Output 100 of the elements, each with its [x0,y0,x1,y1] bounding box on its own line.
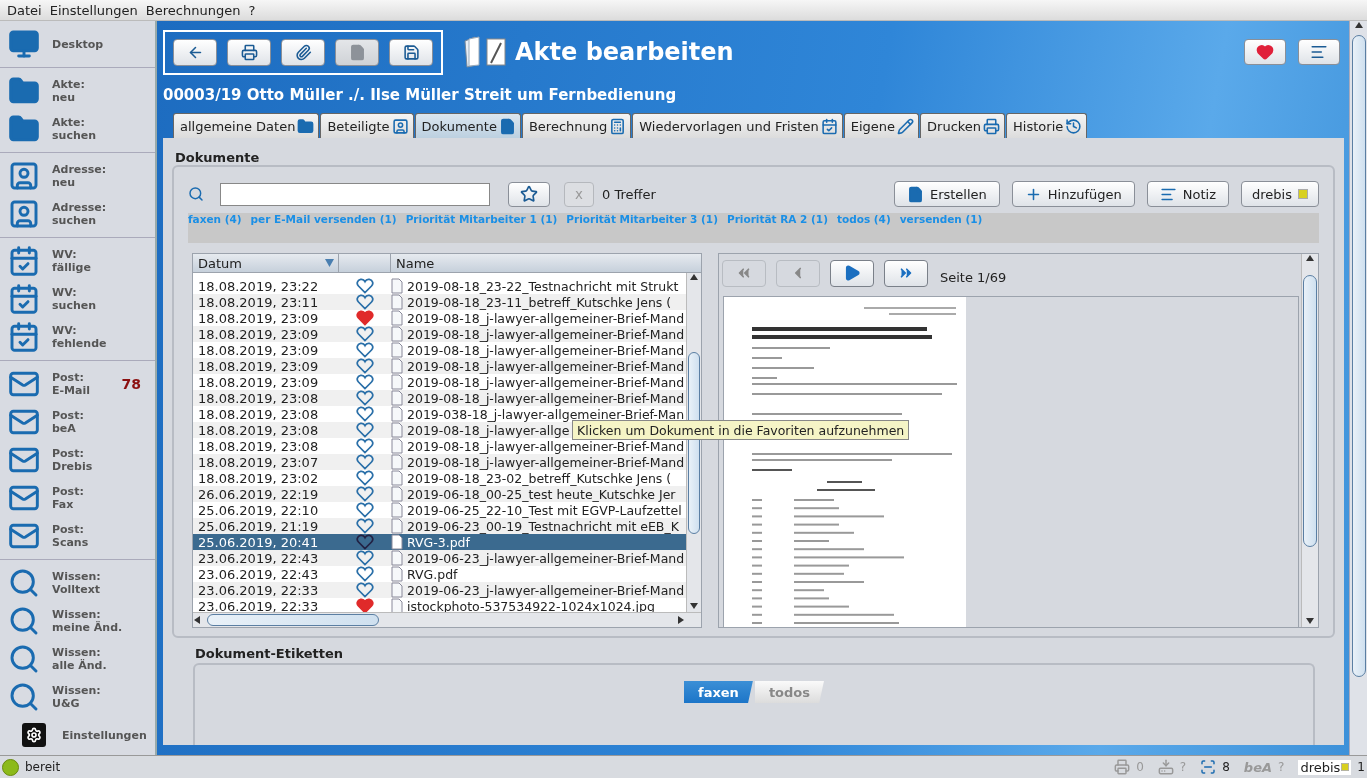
file-name-cell: 2019-06-23_j-lawyer-allgemeiner-Brief-Mand [407,550,685,566]
date-cell-text: 18.08.2019, 23:09 [197,342,320,358]
file-name-cell: 2019-06-23_00-19_Testnachricht mit eEB_K [407,518,679,534]
date-cell-text: 25.06.2019, 21:19 [197,518,320,534]
status-value: 0 [1136,760,1144,774]
sidebar-item[interactable]: Post: beA [0,403,155,441]
sidebar-label: Akte: neu [52,78,86,104]
case-title: 00003/19 Otto Müller ./. Ilse Müller Streit um Fernbedienung [163,86,678,104]
sidebar-item[interactable]: Adresse: neu [0,157,155,195]
file-name-cell: 2019-06-25_22-10_Test mit EGVP-Laufzettel [407,502,682,518]
document-tag[interactable]: faxen [684,681,753,703]
table-row[interactable]: 18.08.2019, 23:07 2019-08-18_j-lawyer-allgemeiner-Brief-Mand [193,454,686,470]
tab[interactable]: Beteiligte [320,113,414,138]
table-row[interactable]: 26.06.2019, 22:19 2019-06-18_00-25_test heute_Kutschke Jer [193,486,686,502]
sidebar-label: Post: E-Mail [52,371,91,397]
column-header[interactable]: Datum [193,254,339,272]
sidebar-label: Wissen: alle Änd. [52,646,108,672]
sidebar-item[interactable]: Wissen: U&G [0,678,155,716]
sidebar-item[interactable]: Post: Fax [0,479,155,517]
file-name-cell: 2019-08-18_j-lawyer-allgemeiner-Brief-Mand [407,454,685,470]
tab[interactable]: Eigene [843,113,920,138]
sidebar-label: WV: fällige [52,248,92,274]
tab[interactable]: Wiedervorlagen und Fristen [632,113,843,138]
drebis-label: drebis [1298,759,1352,775]
tab[interactable]: Historie [1006,113,1088,138]
sidebar-label: Post: beA [52,409,85,435]
file-name-cell: 2019-08-18_j-lawyer-allgemeiner-Brief-Mand [407,326,685,342]
date-cell-text: 18.08.2019, 23:08 [197,422,320,438]
date-cell-text: 25.06.2019, 20:41 [197,534,320,550]
file-name-cell: 2019-08-18_j-lawyer-allgemeiner-Brief-Mand [407,358,685,374]
file-name-cell: 2019-08-18_23-11_betreff_Kutschke Jens ( [407,294,672,310]
table-row[interactable]: 25.06.2019, 21:19 2019-06-23_00-19_Testnachricht mit eEB_K [193,518,686,534]
table-row[interactable]: 18.08.2019, 23:08 2019-08-18_j-lawyer-allgemeiner-Brief-Mand [193,390,686,406]
file-name-cell: 2019-06-18_00-25_test heute_Kutschke Jer [407,486,676,502]
menu-item[interactable]: Einstellungen [46,2,141,18]
sidebar-label: WV: fehlende [52,324,108,350]
sidebar-item[interactable]: Desktop [0,25,155,63]
sidebar-item[interactable]: Post: Drebis [0,441,155,479]
sidebar-label: Adresse: suchen [52,201,108,227]
menu-item[interactable]: Berechnungen [142,2,244,18]
sidebar-item[interactable]: WV: fehlende [0,318,155,356]
tab[interactable]: Drucken [920,113,1006,138]
sidebar-item[interactable]: WV: suchen [0,280,155,318]
column-header[interactable]: Name [391,254,701,272]
date-cell-text: 18.08.2019, 23:08 [197,438,320,454]
table-row[interactable]: 18.08.2019, 23:09 2019-08-18_j-lawyer-allgemeiner-Brief-Mand [193,326,686,342]
sidebar-item[interactable]: Einstellungen [0,716,155,754]
section-title: Dokument-Etiketten [195,646,344,661]
file-name-cell: RVG-3.pdf [407,534,470,550]
table-row[interactable]: 18.08.2019, 23:11 2019-08-18_23-11_betreff_Kutschke Jens ( [193,294,686,310]
menu-item[interactable]: Datei [4,2,45,18]
date-cell-text: 23.06.2019, 22:33 [197,598,320,612]
tab[interactable]: Dokumente [414,113,521,138]
date-cell-text: 23.06.2019, 22:33 [197,582,320,598]
sidebar-label: Post: Fax [52,485,85,511]
date-cell-text: 18.08.2019, 23:08 [197,406,320,422]
date-cell-text: 18.08.2019, 23:09 [197,326,320,342]
menu-item[interactable]: ? [245,2,259,18]
sidebar-item[interactable]: WV: fällige [0,242,155,280]
action-button[interactable]: Erstellen [893,181,1000,207]
file-name-cell: 2019-06-23_j-lawyer-allgemeiner-Brief-Mand [407,582,685,598]
sidebar-label: Wissen: Volltext [52,570,102,596]
sidebar-item[interactable]: Post: Scans [0,517,155,555]
file-name-cell: 2019-08-18_j-lawyer-allge [407,422,570,438]
table-row[interactable]: 23.06.2019, 22:43 2019-06-23_j-lawyer-allgemeiner-Brief-Mand [193,550,686,566]
file-name-cell: 2019-08-18_j-lawyer-allgemeiner-Brief-Mand [407,390,685,406]
table-row[interactable]: 25.06.2019, 20:41 RVG-3.pdf [193,534,686,550]
sidebar-item[interactable]: Akte: suchen [0,110,155,148]
sidebar-label: Post: Scans [52,523,90,549]
date-cell-text: 26.06.2019, 22:19 [197,486,320,502]
file-name-cell: RVG.pdf [407,566,458,582]
sidebar-label: Adresse: neu [52,163,108,189]
date-cell-text: 18.08.2019, 23:22 [197,278,320,294]
status-value: 8 [1222,760,1230,774]
sidebar-item[interactable]: Adresse: suchen [0,195,155,233]
date-cell-text: 18.08.2019, 23:09 [197,374,320,390]
page-indicator: Seite 1/69 [940,269,1007,285]
tab[interactable]: allgemeine Daten [173,113,320,138]
sidebar-item[interactable]: Wissen: meine Änd. [0,602,155,640]
file-name-cell: 2019-08-18_j-lawyer-allgemeiner-Brief-Mand [407,342,685,358]
table-row[interactable]: 18.08.2019, 23:09 2019-08-18_j-lawyer-allgemeiner-Brief-Mand [193,358,686,374]
file-name-cell: 2019-08-18_23-22_Testnachricht mit Strukt [407,278,679,294]
action-button[interactable]: drebis [1241,181,1319,207]
sidebar-item[interactable]: Akte: neu [0,72,155,110]
file-name-cell: 2019-08-18_j-lawyer-allgemeiner-Brief-Mand [407,310,685,326]
tab[interactable]: Berechnung [521,113,632,138]
sidebar-item[interactable]: Post: E-Mail 78 [0,365,155,403]
table-row[interactable]: 23.06.2019, 22:33 2019-06-23_j-lawyer-allgemeiner-Brief-Mand [193,582,686,598]
section-title: Dokumente [175,150,261,165]
date-cell-text: 18.08.2019, 23:09 [197,310,320,326]
date-cell-text: 18.08.2019, 23:11 [197,294,320,310]
hit-count: 0 Treffer [602,186,656,202]
sidebar-item[interactable]: Wissen: alle Änd. [0,640,155,678]
action-button[interactable]: Hinzufügen [1011,181,1135,207]
page-title: Akte bearbeiten [515,38,734,66]
date-cell-text: 18.08.2019, 23:07 [197,454,320,470]
sidebar-item[interactable]: Wissen: Volltext [0,564,155,602]
action-button[interactable]: Notiz [1146,181,1230,207]
sidebar-label: Einstellungen [62,728,148,742]
date-cell-text: 18.08.2019, 23:08 [197,390,320,406]
